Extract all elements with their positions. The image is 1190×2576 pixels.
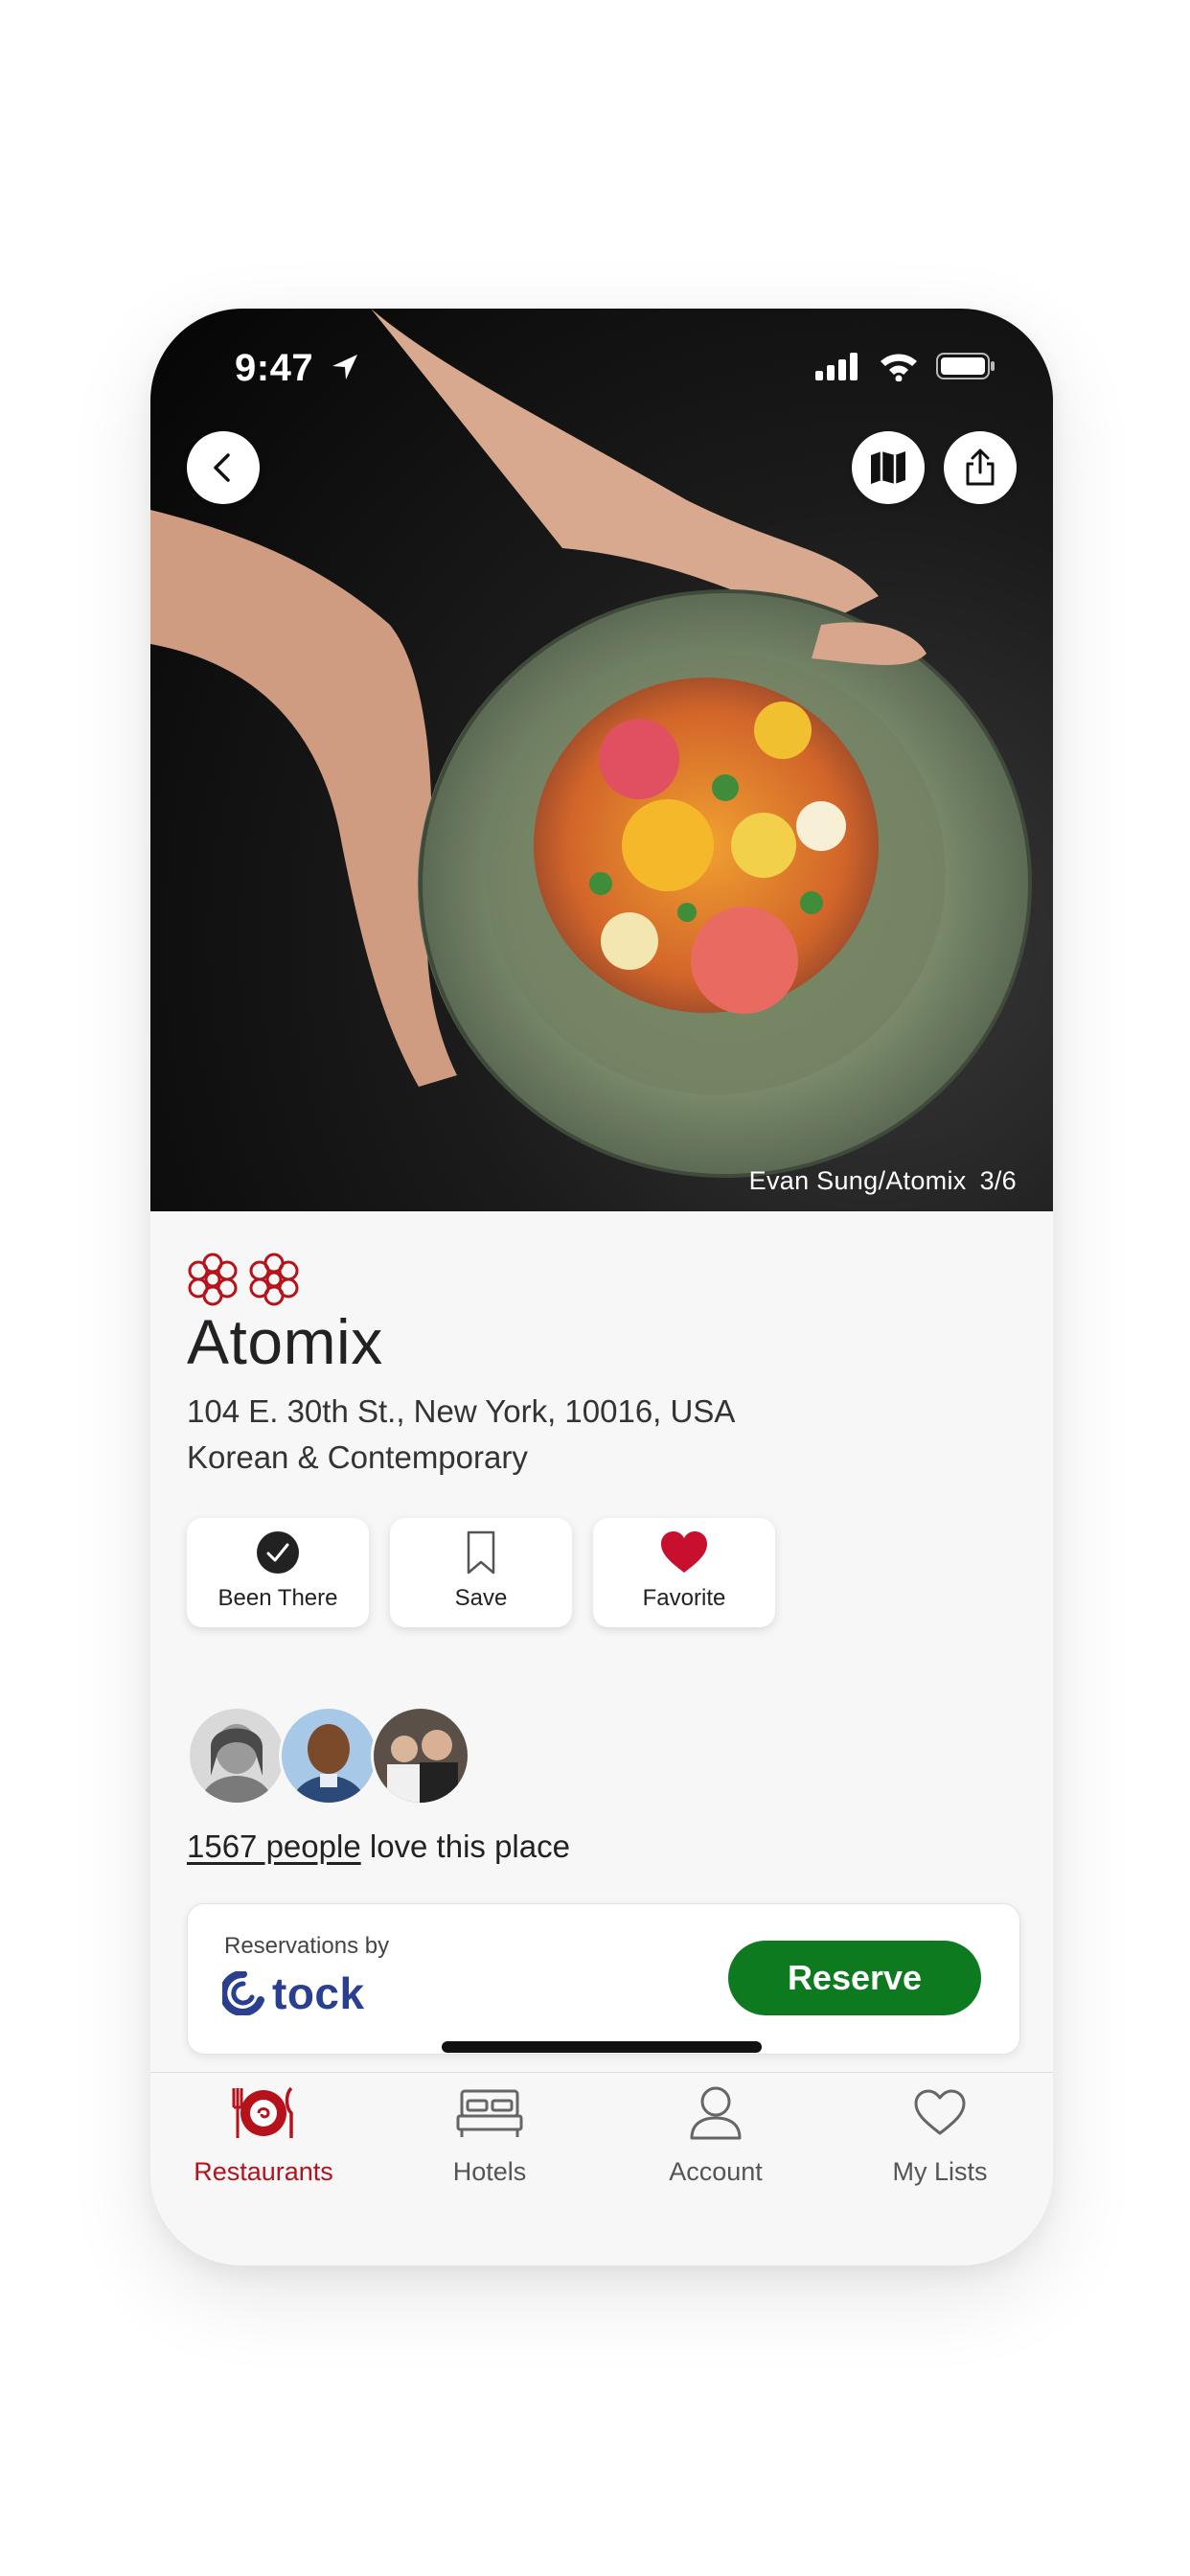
restaurant-cuisine: Korean & Contemporary (187, 1439, 528, 1475)
dish-photo (150, 309, 1032, 1178)
heart-outline-icon (914, 2089, 966, 2135)
bed-icon (456, 2089, 523, 2137)
favorite-label: Favorite (642, 1585, 726, 1611)
tock-wordmark: tock (272, 1968, 365, 2018)
tab-my-lists[interactable]: My Lists (844, 2082, 1036, 2187)
heart-filled-icon (661, 1531, 707, 1573)
tab-hotels[interactable]: Hotels (394, 2082, 585, 2187)
avatar (279, 1706, 378, 1806)
wifi-icon (881, 354, 917, 381)
chevron-left-icon (214, 453, 230, 482)
status-icons (815, 351, 995, 381)
status-time: 9:47 (235, 347, 314, 389)
tab-account-label: Account (669, 2157, 763, 2186)
avatar (371, 1706, 470, 1806)
reservations-by-label: Reservations by (224, 1933, 390, 1959)
plate-icon (232, 2086, 293, 2138)
hero-photo[interactable]: 9:47 Evan Sung/Atomix 3/6 (150, 309, 1053, 1211)
person-icon (690, 2086, 742, 2140)
reserve-button[interactable]: Reserve (728, 1941, 981, 2015)
tab-hotels-label: Hotels (452, 2157, 527, 2186)
love-count: 1567 people love this place (187, 1828, 570, 1865)
location-arrow-icon (332, 355, 357, 380)
restaurant-address: 104 E. 30th St., New York, 10016, USA (187, 1393, 736, 1429)
avatar-group[interactable] (187, 1706, 470, 1806)
phone-frame: 9:47 Evan Sung/Atomix 3/6 Atomix 104 E. … (150, 309, 1053, 2266)
tock-logo: tock (222, 1967, 365, 2019)
people-count-link[interactable]: 1567 people (187, 1828, 361, 1864)
save-button[interactable]: Save (390, 1518, 572, 1627)
photo-index: 3/6 (979, 1166, 1017, 1195)
action-buttons: Been There Save Favorite (187, 1518, 775, 1627)
map-icon (871, 451, 905, 484)
check-circle-icon (257, 1531, 299, 1574)
save-label: Save (454, 1585, 508, 1611)
tab-account[interactable]: Account (620, 2082, 812, 2187)
map-button[interactable] (852, 431, 925, 504)
michelin-star-icon (249, 1253, 299, 1306)
photo-credit: Evan Sung/Atomix 3/6 (749, 1166, 1017, 1196)
avatar (187, 1706, 286, 1806)
reservation-card: Reservations by tock Reserve (187, 1903, 1020, 2055)
photo-credit-text: Evan Sung/Atomix (748, 1166, 967, 1195)
been-there-label: Been There (217, 1585, 338, 1611)
love-suffix: love this place (360, 1828, 570, 1864)
tab-restaurants[interactable]: Restaurants (168, 2082, 359, 2187)
tab-my-lists-label: My Lists (892, 2157, 988, 2186)
restaurant-name: Atomix (187, 1306, 383, 1377)
tab-restaurants-label: Restaurants (194, 2157, 333, 2186)
share-button[interactable] (944, 431, 1017, 504)
back-button[interactable] (187, 431, 260, 504)
signal-icon (815, 353, 858, 380)
been-there-button[interactable]: Been There (187, 1518, 369, 1627)
share-icon (966, 448, 995, 486)
battery-icon (936, 353, 995, 380)
favorite-button[interactable]: Favorite (593, 1518, 775, 1627)
michelin-star-icon (188, 1253, 238, 1306)
bookmark-icon (467, 1530, 495, 1575)
tab-bar: Restaurants Hotels Account My Lists (150, 2072, 1053, 2266)
home-indicator (442, 2041, 762, 2053)
michelin-stars (185, 1252, 302, 1307)
tock-logo-icon (222, 1971, 264, 2015)
